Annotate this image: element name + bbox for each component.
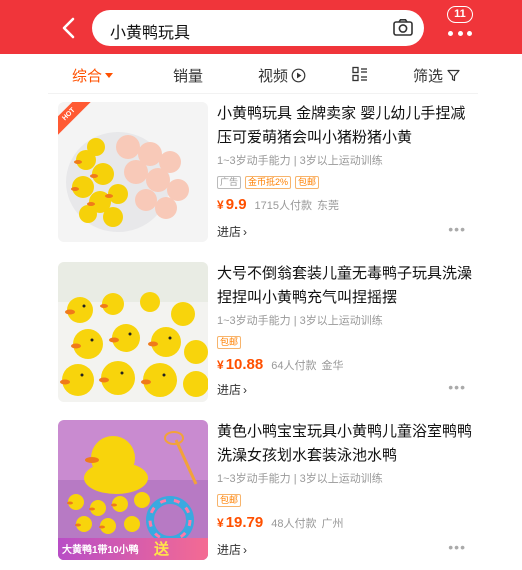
sort-bar: 综合 销量 视频 筛选	[48, 54, 478, 94]
sort-sales[interactable]: 销量	[173, 65, 203, 86]
sold-count: 48人付款	[271, 518, 317, 530]
duck-pig-toys-image	[58, 102, 208, 242]
price: ¥10.88	[217, 356, 263, 373]
enter-shop-label: 进店	[217, 225, 242, 239]
camera-icon[interactable]	[392, 17, 414, 39]
free-shipping-tag: 包邮	[217, 494, 242, 507]
search-query: 小黄鸭玩具	[110, 25, 191, 42]
sort-video[interactable]: 视频	[258, 65, 306, 86]
ad-tag: 广告	[217, 176, 242, 189]
product-attributes: 1~3岁动手能力 | 3岁以上运动训练	[217, 473, 383, 485]
sold-count: 64人付款	[271, 360, 317, 372]
currency-symbol: ¥	[217, 198, 224, 212]
layout-toggle-button[interactable]	[352, 66, 368, 82]
more-options-icon[interactable]	[448, 28, 472, 38]
product-title[interactable]: 大号不倒翁套装儿童无毒鸭子玩具洗澡捏捏叫小黄鸭充气叫捏摇摆	[217, 262, 472, 310]
back-button[interactable]	[54, 13, 82, 43]
ship-location: 广州	[321, 518, 344, 530]
chevron-right-icon: ›	[243, 224, 248, 239]
sort-comprehensive[interactable]: 综合	[72, 65, 114, 86]
list-layout-icon	[352, 66, 367, 82]
more-icon[interactable]: •••	[448, 221, 466, 237]
promo-banner-text: 大黄鸭1带10小鸭	[62, 545, 139, 556]
enter-shop-link[interactable]: 进店 ›	[217, 223, 247, 240]
product-image[interactable]	[58, 262, 208, 402]
caret-down-icon	[105, 73, 114, 78]
currency-symbol: ¥	[217, 516, 224, 530]
product-attributes: 1~3岁动手能力 | 3岁以上运动训练	[217, 155, 383, 167]
message-count-badge[interactable]: 11	[447, 6, 473, 23]
enter-shop-link[interactable]: 进店 ›	[217, 381, 247, 398]
product-title[interactable]: 黄色小鸭宝宝玩具小黄鸭儿童浴室鸭鸭洗澡女孩划水套装泳池水鸭	[217, 420, 472, 468]
product-title[interactable]: 小黄鸭玩具 金牌卖家 婴儿幼儿手捏减压可爱萌猪会叫小猪粉猪小黄	[217, 102, 472, 150]
filter-button[interactable]: 筛选	[413, 65, 460, 86]
enter-shop-link[interactable]: 进店 ›	[217, 541, 247, 558]
chevron-right-icon: ›	[243, 382, 248, 397]
product-image[interactable]: 大黄鸭1带10小鸭 送	[58, 420, 208, 560]
more-icon[interactable]: •••	[448, 539, 466, 555]
sold-count: 1715人付款	[254, 200, 313, 212]
search-input[interactable]: 小黄鸭玩具	[92, 10, 424, 46]
sort-sales-label: 销量	[173, 68, 204, 85]
currency-symbol: ¥	[217, 358, 224, 372]
sort-video-label: 视频	[258, 68, 289, 85]
filter-label: 筛选	[413, 68, 444, 85]
enter-shop-label: 进店	[217, 543, 242, 557]
free-shipping-tag: 包邮	[295, 176, 320, 189]
price-value: 19.79	[225, 514, 264, 531]
product-image[interactable]: HOT	[58, 102, 208, 242]
product-attributes: 1~3岁动手能力 | 3岁以上运动训练	[217, 315, 383, 327]
price-value: 9.9	[225, 196, 247, 213]
product-card[interactable]: HOT 小黄鸭玩具 金牌卖家 婴儿幼儿手捏减压可爱萌猪会叫小猪粉猪小黄 1~3岁…	[48, 96, 478, 250]
ship-location: 金华	[321, 360, 344, 372]
rubber-ducks-image	[58, 262, 208, 402]
product-card[interactable]: 大号不倒翁套装儿童无毒鸭子玩具洗澡捏捏叫小黄鸭充气叫捏摇摆 1~3岁动手能力 |…	[48, 256, 478, 410]
price-value: 10.88	[225, 356, 264, 373]
enter-shop-label: 进店	[217, 383, 242, 397]
more-icon[interactable]: •••	[448, 379, 466, 395]
sort-comprehensive-label: 综合	[72, 68, 103, 85]
ship-location: 东莞	[317, 200, 340, 212]
promo-banner-send: 送	[154, 541, 170, 558]
coin-discount-tag: 金币抵2%	[245, 176, 292, 189]
price: ¥19.79	[217, 514, 263, 531]
chevron-left-icon	[62, 17, 75, 39]
free-shipping-tag: 包邮	[217, 336, 242, 349]
filter-funnel-icon	[447, 69, 460, 82]
price: ¥9.9	[217, 196, 247, 213]
play-circle-icon	[291, 68, 306, 83]
product-card[interactable]: 大黄鸭1带10小鸭 送 黄色小鸭宝宝玩具小黄鸭儿童浴室鸭鸭洗澡女孩划水套装泳池水…	[48, 414, 478, 568]
chevron-right-icon: ›	[243, 542, 248, 557]
top-bar: 小黄鸭玩具 11	[0, 0, 522, 54]
